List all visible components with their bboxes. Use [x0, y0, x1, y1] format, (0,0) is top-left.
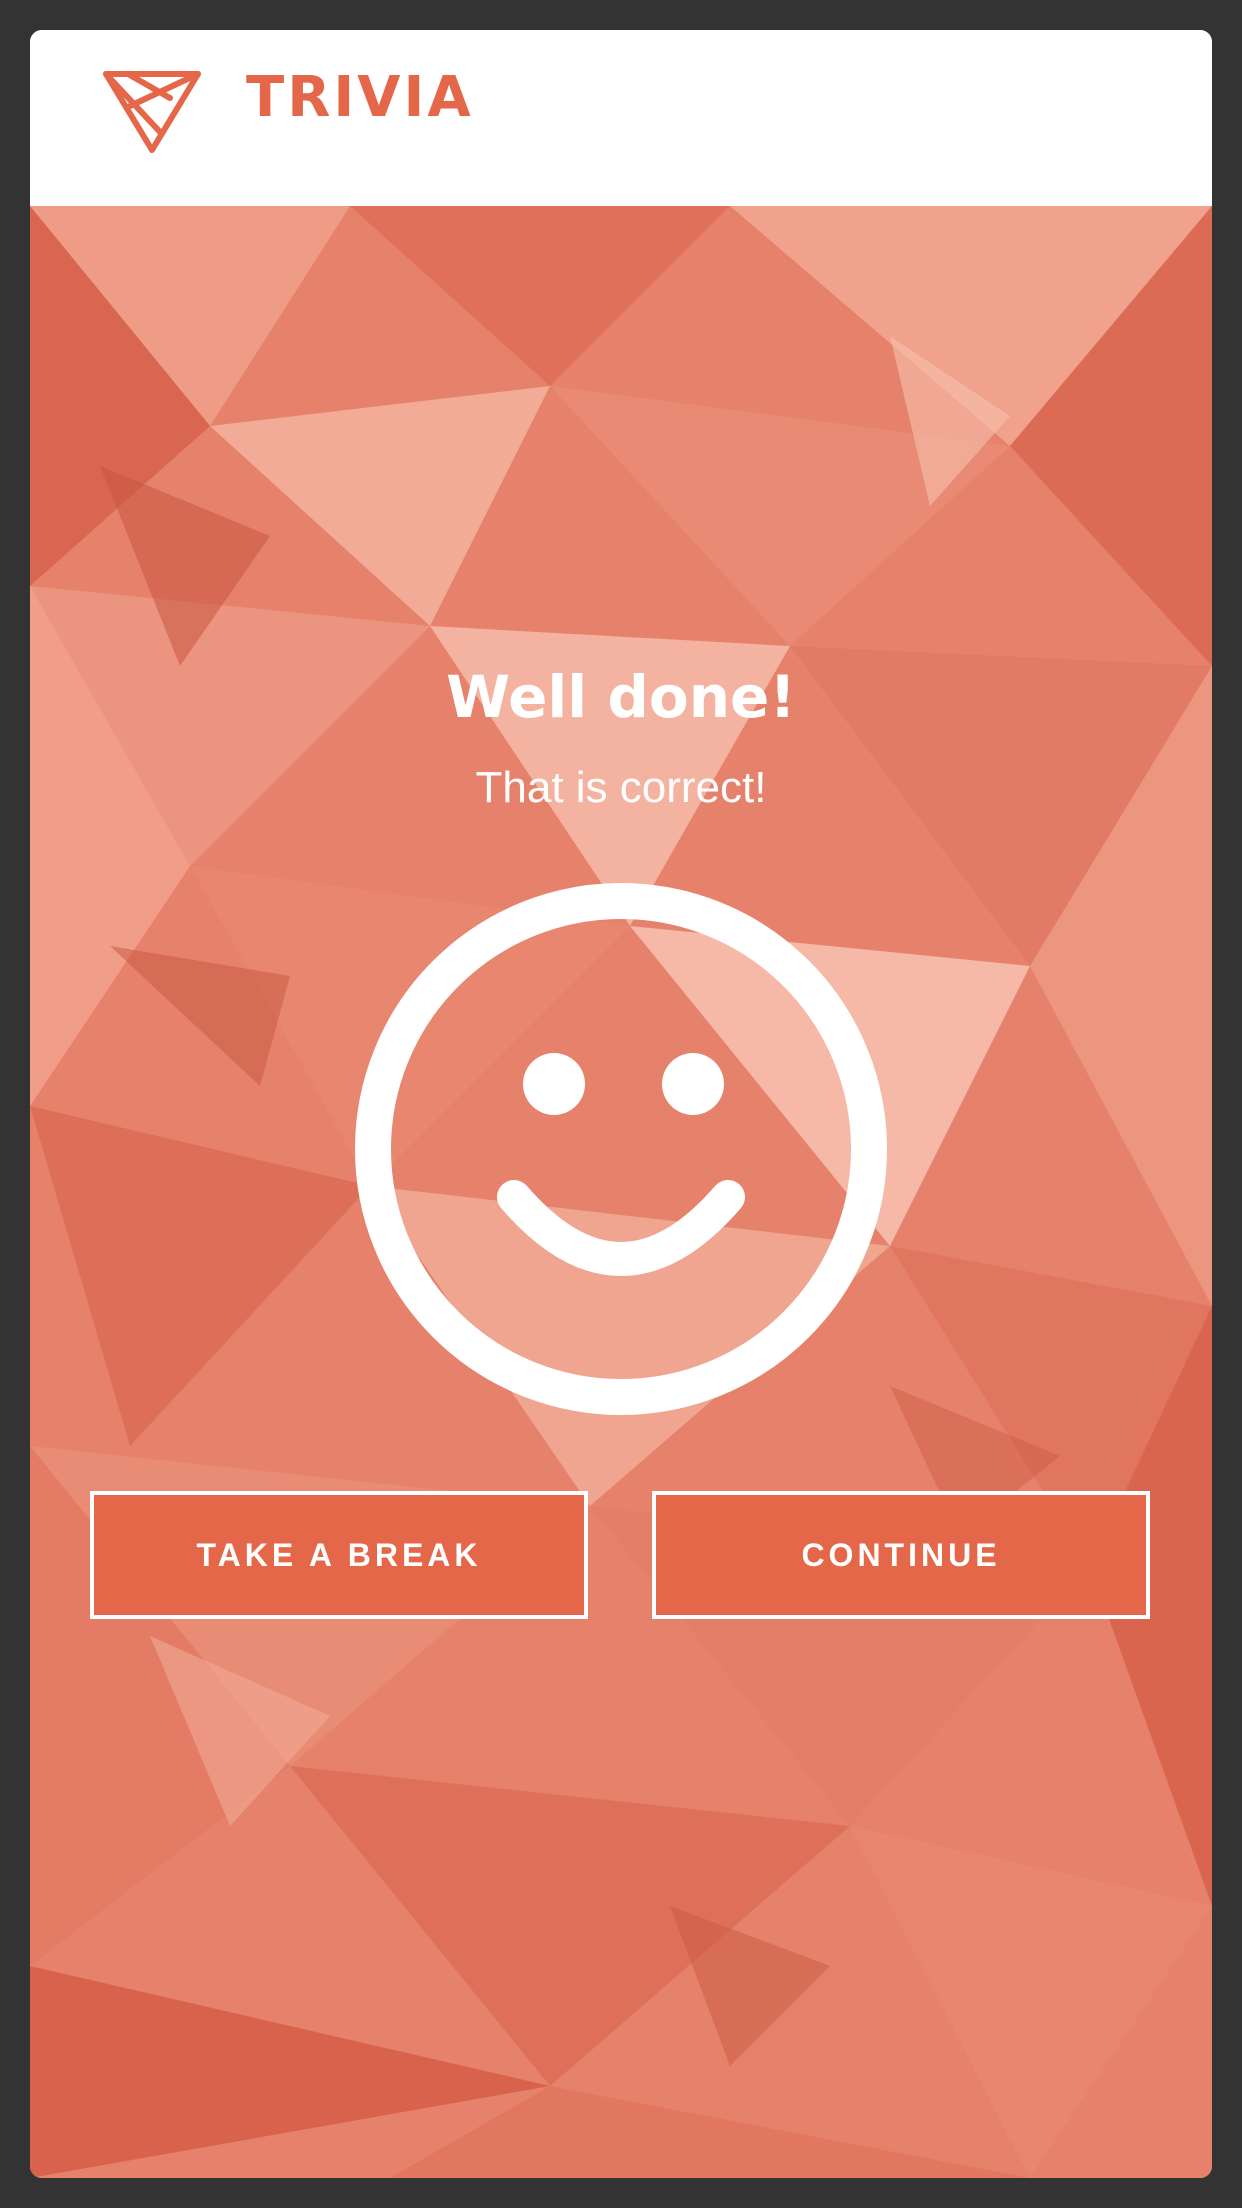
app-title: TRIVIA [246, 65, 474, 130]
smiley-face-icon [355, 883, 887, 1415]
app-window: TRIVIA Well done! That is correct! TAKE … [30, 30, 1212, 2178]
take-a-break-button[interactable]: TAKE A BREAK [90, 1491, 588, 1619]
app-header: TRIVIA [30, 30, 1212, 206]
continue-button[interactable]: CONTINUE [652, 1491, 1150, 1619]
result-message: That is correct! [475, 763, 767, 812]
result-headline: Well done! [446, 663, 796, 731]
result-screen: Well done! That is correct! TAKE A BREAK… [30, 206, 1212, 2178]
inverted-triangle-logo-icon [103, 71, 201, 153]
